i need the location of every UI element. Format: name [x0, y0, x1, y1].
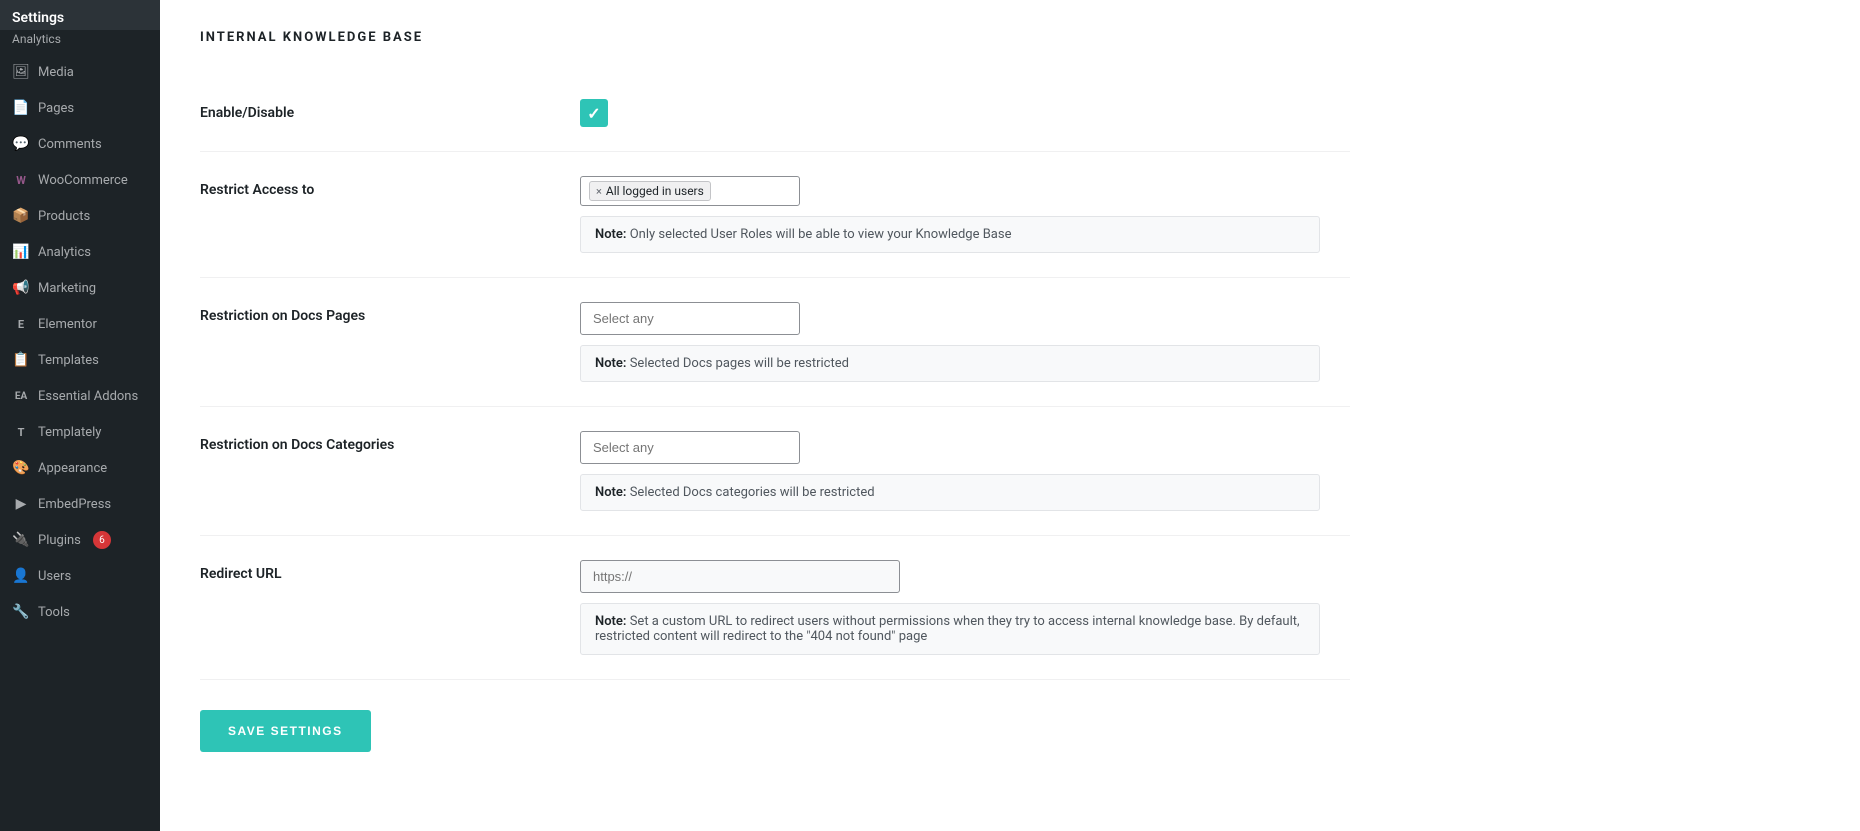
sidebar-settings-label: Settings: [12, 10, 64, 26]
redirect-url-label: Redirect URL: [200, 560, 580, 582]
sidebar-item-products[interactable]: 📦 Products: [0, 198, 160, 234]
tools-icon: 🔧: [12, 603, 30, 621]
sidebar-item-appearance[interactable]: 🎨 Appearance: [0, 450, 160, 486]
essential-addons-icon: EA: [12, 387, 30, 405]
sidebar-item-embedpress[interactable]: ▶ EmbedPress: [0, 486, 160, 522]
sidebar-item-elementor[interactable]: E Elementor: [0, 306, 160, 342]
restriction-docs-pages-note: Note: Selected Docs pages will be restri…: [580, 345, 1320, 382]
pages-icon: 📄: [12, 99, 30, 117]
restriction-docs-categories-note-text: Selected Docs categories will be restric…: [630, 485, 875, 500]
redirect-url-control: Note: Set a custom URL to redirect users…: [580, 560, 1350, 655]
tag-label: All logged in users: [606, 184, 704, 198]
templately-icon: T: [12, 423, 30, 441]
users-icon: 👤: [12, 567, 30, 585]
marketing-icon: 📢: [12, 279, 30, 297]
restrict-access-control: × All logged in users Note: Only selecte…: [580, 176, 1350, 253]
elementor-icon: E: [12, 315, 30, 333]
restriction-docs-pages-control: Note: Selected Docs pages will be restri…: [580, 302, 1350, 382]
sidebar-item-marketing[interactable]: 📢 Marketing: [0, 270, 160, 306]
restriction-docs-pages-note-label: Note:: [595, 356, 626, 371]
restrict-access-row: Restrict Access to × All logged in users…: [200, 152, 1350, 278]
page-title: INTERNAL KNOWLEDGE BASE: [200, 30, 1820, 45]
sidebar-item-pages-label: Pages: [38, 101, 74, 116]
restriction-docs-categories-input[interactable]: [580, 431, 800, 464]
templates-icon: 📋: [12, 351, 30, 369]
restrict-access-label: Restrict Access to: [200, 176, 580, 198]
sidebar-item-analytics-label: Analytics: [38, 245, 91, 260]
restriction-docs-categories-note-label: Note:: [595, 485, 626, 500]
sidebar-item-essential-addons[interactable]: EA Essential Addons: [0, 378, 160, 414]
redirect-url-row: Redirect URL Note: Set a custom URL to r…: [200, 536, 1350, 680]
woocommerce-icon: W: [12, 171, 30, 189]
redirect-url-input[interactable]: [580, 560, 900, 593]
sidebar-item-woocommerce[interactable]: W WooCommerce: [0, 162, 160, 198]
restriction-docs-categories-control: Note: Selected Docs categories will be r…: [580, 431, 1350, 511]
main-content: INTERNAL KNOWLEDGE BASE Enable/Disable ✓…: [160, 0, 1860, 831]
redirect-url-note: Note: Set a custom URL to redirect users…: [580, 603, 1320, 655]
restrict-access-note-label: Note:: [595, 227, 626, 242]
sidebar-item-marketing-label: Marketing: [38, 281, 96, 296]
analytics-icon: 📊: [12, 243, 30, 261]
restrict-access-tag-input[interactable]: × All logged in users: [580, 176, 800, 206]
sidebar-item-comments-label: Comments: [38, 137, 102, 152]
restriction-docs-pages-note-text: Selected Docs pages will be restricted: [630, 356, 849, 371]
sidebar-item-templately[interactable]: T Templately: [0, 414, 160, 450]
sidebar-item-analytics[interactable]: 📊 Analytics: [0, 234, 160, 270]
sidebar-analytics-sublabel: Analytics: [12, 32, 61, 46]
enable-disable-label: Enable/Disable: [200, 99, 580, 121]
restriction-docs-pages-label: Restriction on Docs Pages: [200, 302, 580, 324]
restriction-docs-categories-row: Restriction on Docs Categories Note: Sel…: [200, 407, 1350, 536]
redirect-url-note-text: Set a custom URL to redirect users witho…: [595, 614, 1300, 644]
restriction-docs-categories-label: Restriction on Docs Categories: [200, 431, 580, 453]
media-icon: 🖼: [12, 63, 30, 81]
products-icon: 📦: [12, 207, 30, 225]
restriction-docs-pages-input[interactable]: [580, 302, 800, 335]
sidebar-item-tools[interactable]: 🔧 Tools: [0, 594, 160, 630]
sidebar-settings-header: Settings: [0, 0, 160, 30]
enable-disable-control: ✓: [580, 99, 1350, 127]
sidebar-item-plugins-label: Plugins: [38, 533, 81, 548]
sidebar-item-templately-label: Templately: [38, 425, 101, 440]
sidebar-item-templates-label: Templates: [38, 353, 99, 368]
restriction-docs-categories-note: Note: Selected Docs categories will be r…: [580, 474, 1320, 511]
settings-section: Enable/Disable ✓ Restrict Access to × Al…: [200, 75, 1350, 752]
appearance-icon: 🎨: [12, 459, 30, 477]
restriction-docs-pages-row: Restriction on Docs Pages Note: Selected…: [200, 278, 1350, 407]
sidebar-item-plugins[interactable]: 🔌 Plugins 6: [0, 522, 160, 558]
sidebar-item-pages[interactable]: 📄 Pages: [0, 90, 160, 126]
sidebar: Settings Analytics 🖼 Media 📄 Pages 💬 Com…: [0, 0, 160, 831]
sidebar-item-templates[interactable]: 📋 Templates: [0, 342, 160, 378]
sidebar-item-essential-addons-label: Essential Addons: [38, 389, 138, 404]
embedpress-icon: ▶: [12, 495, 30, 513]
plugins-badge: 6: [93, 531, 111, 549]
sidebar-analytics-sub: Analytics: [0, 30, 160, 54]
sidebar-item-products-label: Products: [38, 209, 90, 224]
tag-all-logged-in-users: × All logged in users: [589, 181, 711, 201]
sidebar-item-appearance-label: Appearance: [38, 461, 107, 476]
enable-disable-row: Enable/Disable ✓: [200, 75, 1350, 152]
sidebar-item-embedpress-label: EmbedPress: [38, 497, 111, 512]
enable-disable-checkbox[interactable]: ✓: [580, 99, 608, 127]
sidebar-item-comments[interactable]: 💬 Comments: [0, 126, 160, 162]
redirect-url-note-label: Note:: [595, 614, 626, 629]
plugins-icon: 🔌: [12, 531, 30, 549]
tag-close-icon[interactable]: ×: [596, 185, 602, 198]
sidebar-item-tools-label: Tools: [38, 605, 70, 620]
sidebar-item-media[interactable]: 🖼 Media: [0, 54, 160, 90]
save-settings-button[interactable]: SAVE SETTINGS: [200, 710, 371, 752]
restrict-access-note-text: Only selected User Roles will be able to…: [630, 227, 1012, 242]
comments-icon: 💬: [12, 135, 30, 153]
sidebar-item-users-label: Users: [38, 569, 71, 584]
restrict-access-note: Note: Only selected User Roles will be a…: [580, 216, 1320, 253]
checkmark-icon: ✓: [587, 104, 600, 123]
sidebar-item-elementor-label: Elementor: [38, 317, 97, 332]
sidebar-item-users[interactable]: 👤 Users: [0, 558, 160, 594]
sidebar-item-media-label: Media: [38, 65, 74, 80]
sidebar-item-woocommerce-label: WooCommerce: [38, 173, 128, 188]
